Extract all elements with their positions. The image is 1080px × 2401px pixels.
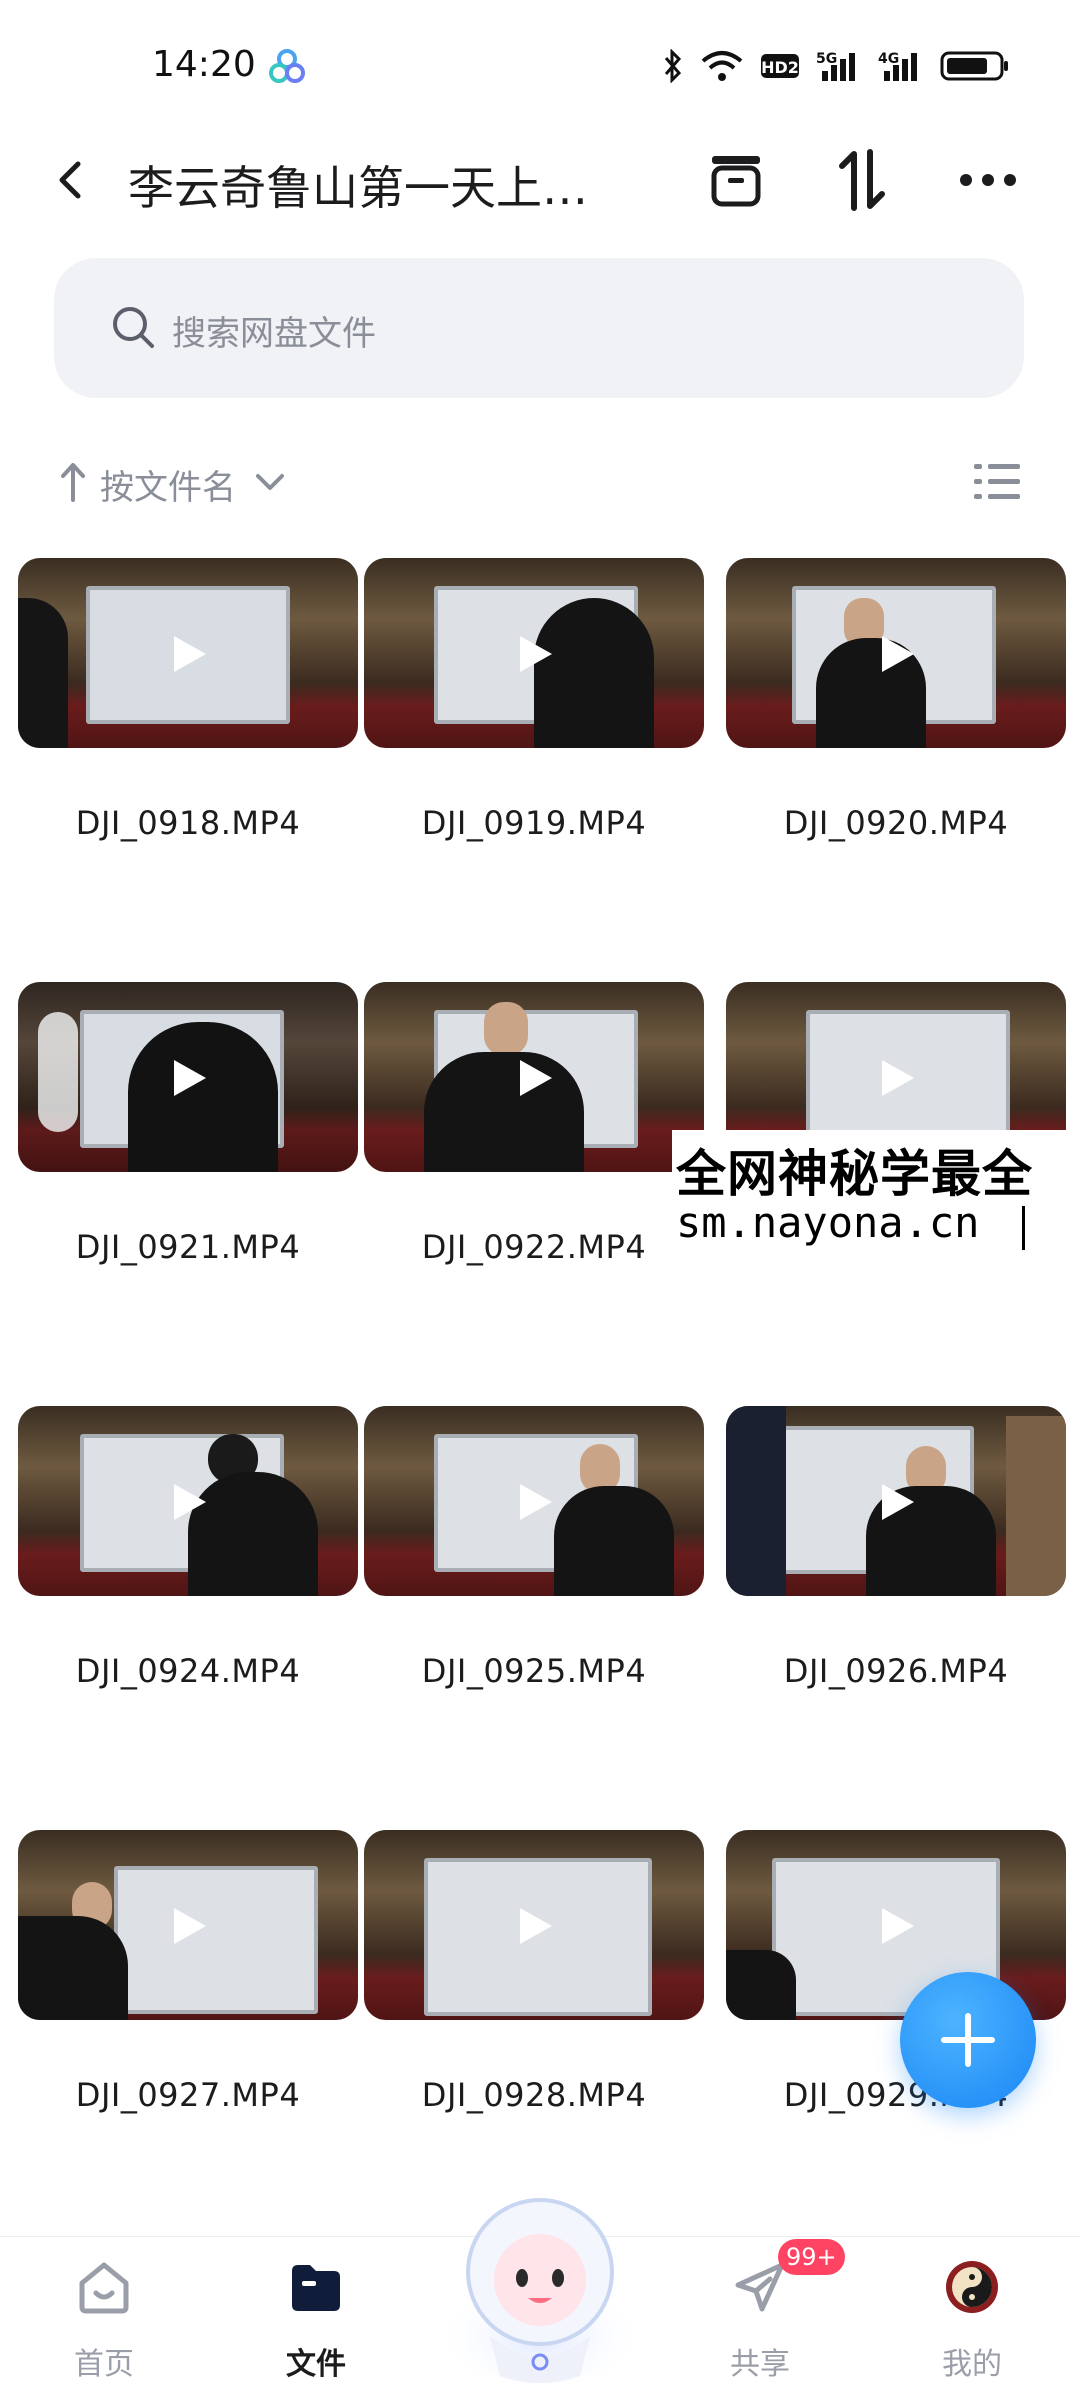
play-icon — [520, 636, 552, 672]
bluetooth-icon — [664, 49, 682, 83]
signal-icon: 4G — [878, 51, 917, 81]
net-label-4g: 4G — [878, 51, 899, 67]
file-name: DJI_0927.MP4 — [75, 2076, 301, 2114]
watermark-line2: sm.nayona.cn — [676, 1198, 980, 1247]
file-name: DJI_0920.MP4 — [783, 804, 1009, 842]
search-placeholder: 搜索网盘文件 — [172, 314, 376, 354]
play-icon — [882, 1060, 914, 1096]
more-button[interactable] — [956, 148, 1020, 212]
header: 李云奇鲁山第一天上… — [0, 130, 1080, 230]
battery-icon — [940, 51, 1008, 81]
file-tile[interactable]: DJI_0918.MP4 — [18, 556, 358, 842]
status-time: 14:20 — [152, 44, 256, 85]
file-name: DJI_0922.MP4 — [421, 1228, 647, 1266]
file-name: DJI_0925.MP4 — [421, 1652, 647, 1690]
folder-icon — [292, 2265, 340, 2311]
transfer-icon — [839, 149, 885, 211]
file-tile[interactable]: DJI_0926.MP4 — [726, 1404, 1066, 1690]
net-label-5g: 5G — [816, 51, 837, 67]
play-icon — [174, 1060, 206, 1096]
file-tile[interactable]: DJI_0924.MP4 — [18, 1404, 358, 1690]
nav-label: 首页 — [74, 2347, 134, 2382]
avatar-icon — [946, 2261, 998, 2313]
sort-arrow-icon[interactable] — [60, 462, 86, 502]
video-thumbnail — [364, 982, 704, 1172]
play-icon — [520, 1908, 552, 1944]
video-thumbnail — [364, 1406, 704, 1596]
bin-button[interactable] — [704, 148, 768, 212]
hd-icon: HD2 — [761, 54, 799, 78]
sort-bar: 按文件名 — [0, 448, 1080, 518]
file-name: DJI_0929.MP4 — [783, 2076, 1009, 2114]
chevron-down-icon[interactable] — [254, 468, 286, 496]
play-icon — [882, 1908, 914, 1944]
notification-badge: 99+ — [778, 2239, 845, 2275]
file-tile[interactable]: DJI_0921.MP4 — [18, 980, 358, 1266]
file-name: DJI_0919.MP4 — [421, 804, 647, 842]
file-name: DJI_0924.MP4 — [75, 1652, 301, 1690]
net-label-hd: HD2 — [761, 58, 799, 77]
file-tile[interactable]: DJI_0928.MP4 — [364, 1828, 704, 2114]
text-cursor — [1022, 1206, 1025, 1250]
nav-item-profile[interactable]: 我的 — [892, 2237, 1052, 2401]
list-view-icon[interactable] — [972, 458, 1022, 506]
page-title: 李云奇鲁山第一天上… — [128, 161, 588, 215]
plus-icon — [941, 2013, 995, 2067]
sort-label[interactable]: 按文件名 — [100, 460, 236, 509]
nav-label: 共享 — [730, 2347, 790, 2382]
file-tile[interactable]: DJI_0919.MP4 — [364, 556, 704, 842]
file-tile[interactable]: DJI_0927.MP4 — [18, 1828, 358, 2114]
play-icon — [174, 636, 206, 672]
file-tile[interactable]: DJI_0925.MP4 — [364, 1404, 704, 1690]
app-icon — [269, 49, 305, 83]
video-thumbnail — [726, 1406, 1066, 1596]
search-input[interactable]: 搜索网盘文件 — [54, 258, 1024, 398]
video-thumbnail — [364, 1830, 704, 2020]
play-icon — [882, 636, 914, 672]
file-name: DJI_0918.MP4 — [75, 804, 301, 842]
video-thumbnail — [18, 1830, 358, 2020]
file-name: DJI_0926.MP4 — [783, 1652, 1009, 1690]
video-thumbnail — [364, 558, 704, 748]
video-thumbnail — [18, 1406, 358, 1596]
video-thumbnail — [18, 982, 358, 1172]
signal-icon: 5G — [816, 51, 855, 81]
nav-item-files[interactable]: 文件 — [236, 2237, 396, 2401]
video-thumbnail — [18, 558, 358, 748]
status-bar: 14:20 HD2 5G 4G — [0, 0, 1080, 130]
watermark: 全网神秘学最全 sm.nayona.cn — [672, 1130, 1074, 1258]
nav-item-share[interactable]: 99+ 共享 — [680, 2237, 845, 2401]
bin-icon — [711, 156, 761, 207]
file-tile[interactable]: DJI_0920.MP4 — [726, 556, 1066, 842]
file-name: DJI_0921.MP4 — [75, 1228, 301, 1266]
nav-item-home[interactable]: 首页 — [24, 2237, 184, 2401]
video-thumbnail — [726, 558, 1066, 748]
play-icon — [174, 1908, 206, 1944]
play-icon — [520, 1484, 552, 1520]
watermark-line1: 全网神秘学最全 — [676, 1145, 1033, 1203]
transfer-button[interactable] — [830, 148, 894, 212]
search-icon — [113, 307, 154, 348]
more-icon — [960, 174, 1016, 186]
file-name: DJI_0928.MP4 — [421, 2076, 647, 2114]
add-button[interactable] — [900, 1972, 1036, 2108]
back-icon[interactable] — [48, 156, 96, 204]
play-icon — [174, 1484, 206, 1520]
file-tile[interactable]: DJI_0922.MP4 — [364, 980, 704, 1266]
nav-label: 我的 — [942, 2347, 1002, 2382]
wifi-icon — [701, 51, 743, 81]
play-icon — [520, 1060, 552, 1096]
nav-label: 文件 — [286, 2347, 346, 2382]
home-icon — [79, 2262, 129, 2314]
assistant-mascot-icon[interactable] — [430, 2176, 650, 2396]
play-icon — [882, 1484, 914, 1520]
